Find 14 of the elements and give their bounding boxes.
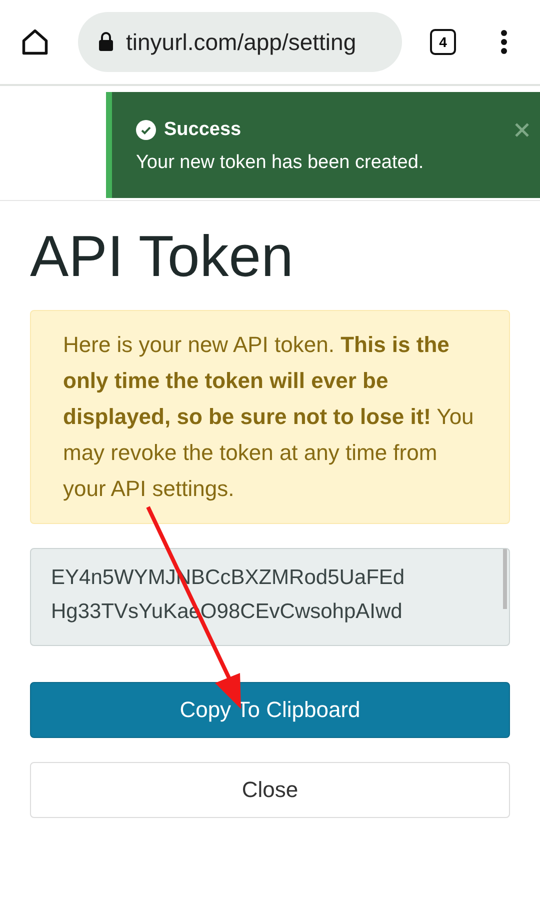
toast-message: Your new token has been created. [136,150,425,174]
tab-count-button[interactable]: 4 [430,29,456,55]
page-title: API Token [30,223,294,291]
check-circle-icon [136,120,156,140]
close-button[interactable]: Close [30,762,510,818]
home-icon[interactable] [20,27,50,57]
more-options-icon[interactable] [500,29,508,55]
toast-title: Success [164,118,242,142]
scrollbar [503,548,507,608]
url-text: tinyurl.com/app/setting [126,28,356,57]
warning-notice: Here is your new API token. This is the only time the token will ever be displayed, so be sure not to lose it! You may revoke the token at any time from your API settings. [30,310,510,524]
close-icon[interactable] [514,122,530,138]
lock-icon [98,32,114,52]
address-bar[interactable]: tinyurl.com/app/setting [78,12,402,72]
